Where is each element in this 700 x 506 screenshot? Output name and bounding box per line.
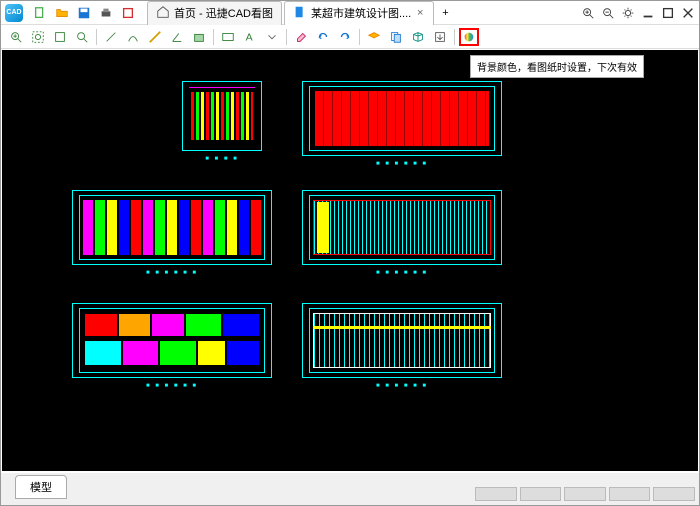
floor-plan-5 [72, 303, 272, 378]
floor-plan-2 [302, 81, 502, 156]
erase-icon[interactable] [291, 28, 311, 46]
home-icon [156, 5, 170, 22]
separator [454, 29, 455, 45]
status-box [653, 487, 695, 501]
separator [213, 29, 214, 45]
floor-plan-6 [302, 303, 502, 378]
angle-icon[interactable] [167, 28, 187, 46]
tooltip: 背景颜色，看图纸时设置，下次有效 [470, 55, 644, 78]
status-bar: 模型 [1, 473, 699, 505]
separator [359, 29, 360, 45]
model-tab-label: 模型 [30, 482, 52, 494]
pan-icon[interactable] [72, 28, 92, 46]
zoom-out-icon[interactable] [601, 6, 615, 20]
status-box [475, 487, 517, 501]
floor-plan-1 [182, 81, 262, 151]
arc-icon[interactable] [123, 28, 143, 46]
separator [96, 29, 97, 45]
background-color-icon[interactable] [459, 28, 479, 46]
undo-icon[interactable] [313, 28, 333, 46]
redo-icon[interactable] [335, 28, 355, 46]
dropdown-icon[interactable] [262, 28, 282, 46]
tooltip-text: 背景颜色，看图纸时设置，下次有效 [477, 63, 637, 74]
status-box [609, 487, 651, 501]
model-tab[interactable]: 模型 [15, 475, 67, 499]
save-icon[interactable] [76, 5, 92, 21]
select-icon[interactable] [218, 28, 238, 46]
export-icon[interactable] [430, 28, 450, 46]
area-icon[interactable] [189, 28, 209, 46]
svg-text:A: A [246, 31, 253, 43]
tab-home[interactable]: 首页 - 迅捷CAD看图 [147, 1, 282, 25]
toolbar: A [1, 25, 699, 49]
open-folder-icon[interactable] [54, 5, 70, 21]
zoom-in-icon[interactable] [581, 6, 595, 20]
box3d-icon[interactable] [408, 28, 428, 46]
print-icon[interactable] [98, 5, 114, 21]
tab-file-label: 某超市建筑设计图.... [311, 5, 411, 21]
status-right [475, 487, 695, 501]
zoom-fit-icon[interactable] [50, 28, 70, 46]
tab-file[interactable]: 某超市建筑设计图.... × [284, 1, 434, 25]
close-window-icon[interactable] [681, 6, 695, 20]
file-icon [293, 5, 307, 22]
gear-icon[interactable] [621, 6, 635, 20]
drawing-icon[interactable] [120, 5, 136, 21]
zoom-extents-icon[interactable] [28, 28, 48, 46]
tab-new[interactable]: + [436, 4, 454, 22]
close-icon[interactable]: × [415, 8, 425, 18]
tab-bar: 首页 - 迅捷CAD看图 某超市建筑设计图.... × + [147, 1, 581, 25]
line-icon[interactable] [101, 28, 121, 46]
status-box [520, 487, 562, 501]
tab-home-label: 首页 - 迅捷CAD看图 [174, 5, 273, 21]
window-controls [581, 6, 695, 20]
new-file-icon[interactable] [32, 5, 48, 21]
minimize-icon[interactable] [641, 6, 655, 20]
measure-icon[interactable] [145, 28, 165, 46]
layer-icon[interactable] [364, 28, 384, 46]
text-icon[interactable]: A [240, 28, 260, 46]
separator [286, 29, 287, 45]
zoom-window-icon[interactable] [6, 28, 26, 46]
status-box [564, 487, 606, 501]
floor-plan-3 [72, 190, 272, 265]
maximize-icon[interactable] [661, 6, 675, 20]
titlebar: CAD 首页 - 迅捷CAD看图 某超市建筑设计图.... × + [1, 1, 699, 25]
floor-plan-4 [302, 190, 502, 265]
app-logo-icon: CAD [5, 4, 23, 22]
plus-icon: + [442, 7, 448, 19]
drawing-canvas[interactable] [2, 50, 698, 471]
copy-icon[interactable] [386, 28, 406, 46]
